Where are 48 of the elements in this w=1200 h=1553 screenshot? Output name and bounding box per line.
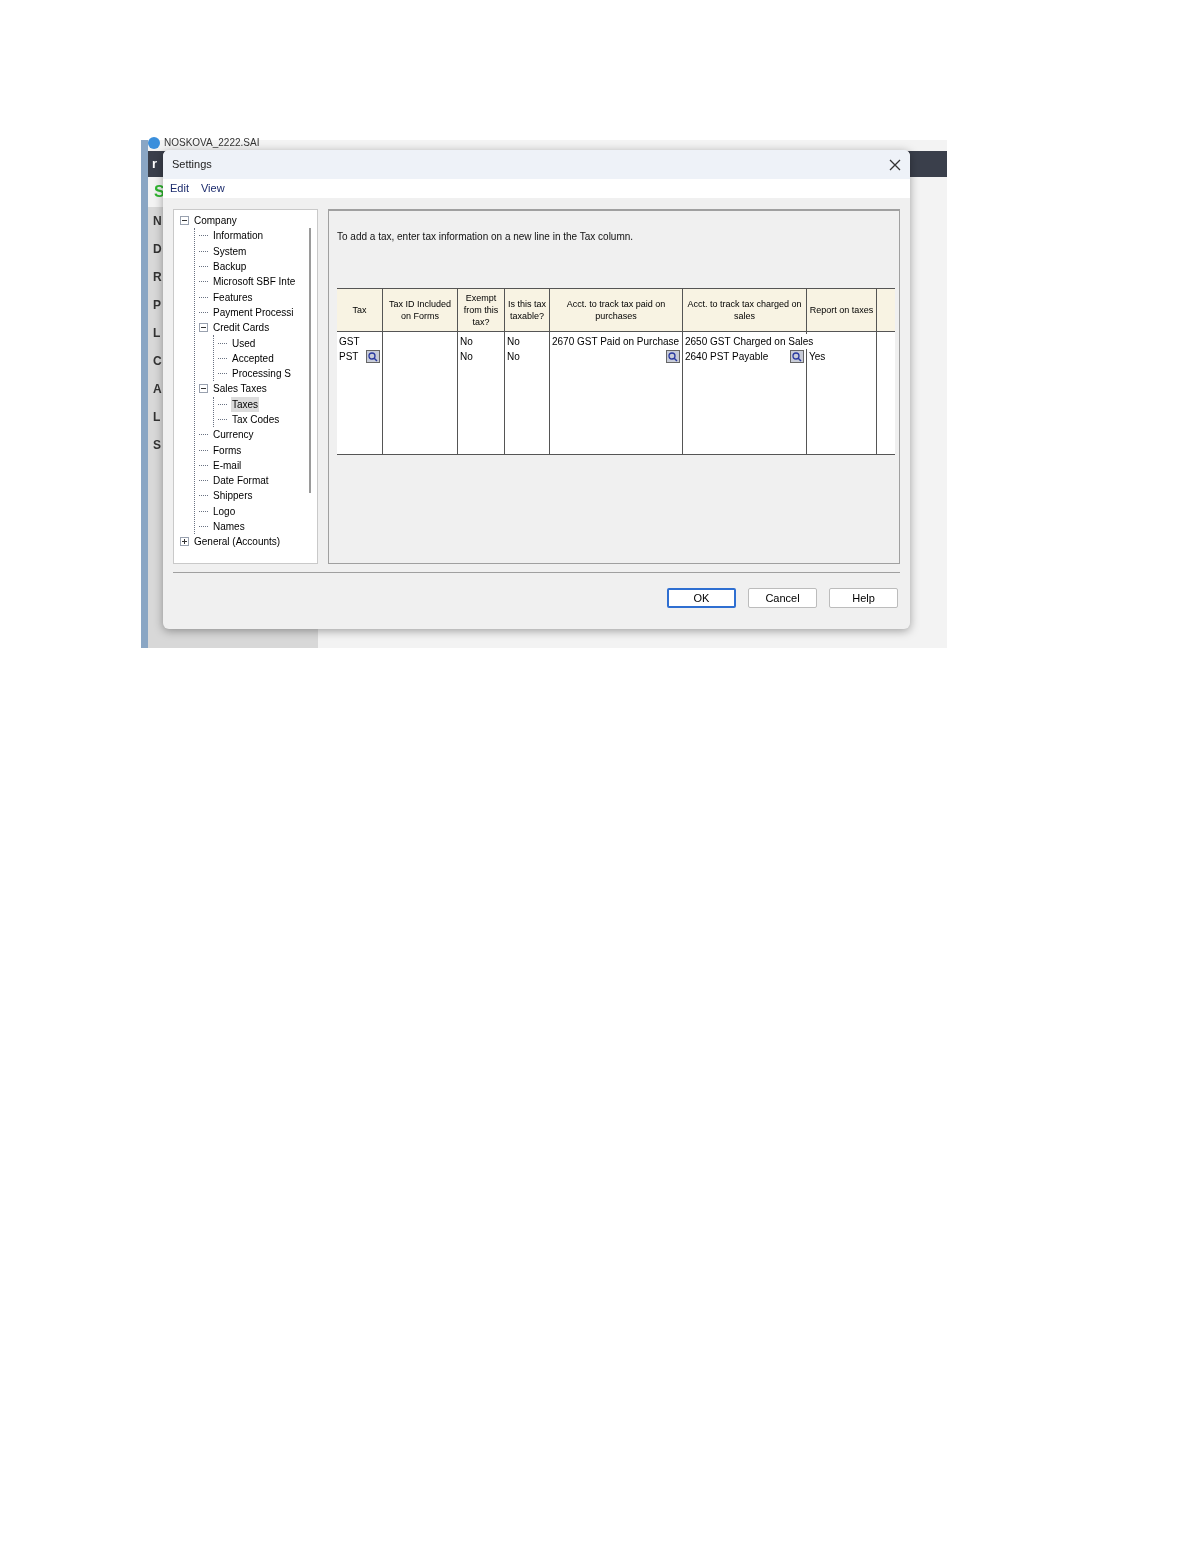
column-header: Tax [337,289,383,331]
collapse-icon[interactable] [180,216,189,226]
app-title: NOSKOVA_2222.SAI [164,137,260,148]
tree-item[interactable]: Backup [212,259,248,275]
table-cell: 2640 PST Payable [685,349,769,364]
column-header: Tax ID Included on Forms [383,289,458,331]
tree-item[interactable]: General (Accounts) [193,534,282,550]
dialog-button[interactable]: Help [829,588,898,608]
tree-item[interactable]: Taxes [231,396,260,412]
tree-item[interactable]: Logo [212,503,237,519]
tree-item[interactable]: Tax Codes [231,412,281,427]
tree-item[interactable]: Credit Cards [212,320,271,336]
tree-item[interactable]: Shippers [212,488,254,504]
lookup-icon[interactable] [666,350,680,363]
tree-item[interactable]: Used [231,335,257,351]
app-icon [148,137,160,149]
tree-item[interactable]: Names [212,519,246,535]
menu-item[interactable]: Edit [170,180,189,197]
tree-item[interactable]: Company [193,213,238,229]
close-icon[interactable] [889,158,901,171]
column-header: Acct. to track tax charged on sales [683,289,807,331]
lookup-icon[interactable] [790,350,804,363]
column-header: Report on taxes [807,289,877,331]
lookup-icon[interactable] [366,350,380,363]
tree-item[interactable]: Forms [212,442,243,458]
column-header: Is this tax taxable? [505,289,550,331]
tree-item[interactable]: Payment Processi [212,304,295,320]
menu-item[interactable]: View [200,180,225,197]
column-header: Exempt from this tax? [458,289,505,331]
collapse-icon[interactable] [199,384,208,394]
tree-item[interactable]: Processing S [231,366,292,382]
tree-item[interactable]: Sales Taxes [212,381,268,397]
tree-item[interactable]: System [212,243,248,259]
tree-item[interactable]: Information [212,228,265,244]
collapse-icon[interactable] [199,323,208,333]
dialog-button[interactable]: Cancel [748,588,817,608]
tree-item[interactable]: Features [212,289,254,305]
table-cell: 2650 GST Charged on Sales [685,334,814,349]
tree-item[interactable]: Currency [212,427,255,443]
tree-item[interactable]: E-mail [212,457,243,473]
tree-item[interactable]: Accepted [231,350,275,366]
tree-item[interactable]: Date Format [212,473,270,489]
instruction-text: To add a tax, enter tax information on a new line in the Tax column. [337,230,635,244]
dialog-title: Settings [172,157,212,173]
dialog-button[interactable]: OK [667,588,736,608]
column-header: Acct. to track tax paid on purchases [550,289,683,331]
tree-item[interactable]: Microsoft SBF Inte [212,274,297,290]
expand-icon[interactable] [180,537,189,547]
